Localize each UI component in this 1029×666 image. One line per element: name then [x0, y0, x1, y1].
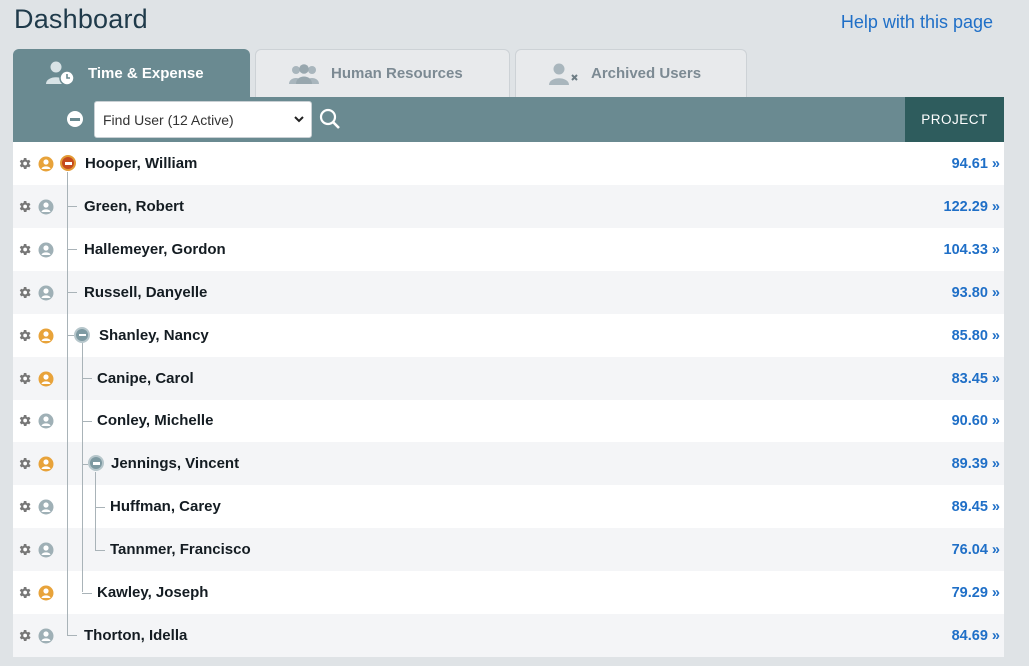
user-name[interactable]: Shanley, Nancy — [99, 327, 209, 344]
project-value-link[interactable]: 89.39 » — [952, 456, 1000, 472]
project-value-link[interactable]: 104.33 » — [944, 242, 1000, 258]
gear-icon[interactable] — [17, 328, 32, 348]
user-name[interactable]: Thorton, Idella — [84, 627, 187, 644]
tree-line — [82, 343, 83, 593]
project-value-link[interactable]: 94.61 » — [952, 156, 1000, 172]
chevron-down-icon — [293, 112, 305, 129]
tree-line — [95, 549, 105, 551]
table-row[interactable]: Kawley, Joseph 79.29 » — [13, 571, 1004, 614]
table-row[interactable]: Green, Robert 122.29 » — [13, 184, 1004, 228]
gear-icon[interactable] — [17, 199, 32, 219]
find-user-select[interactable]: Find User (12 Active) — [94, 101, 312, 138]
project-value-link[interactable]: 90.60 » — [952, 413, 1000, 429]
tab-time-expense[interactable]: Time & Expense — [13, 49, 250, 97]
user-name[interactable]: Green, Robert — [84, 198, 184, 215]
user-name[interactable]: Russell, Danyelle — [84, 284, 207, 301]
tab-label: Time & Expense — [88, 64, 204, 82]
user-name[interactable]: Jennings, Vincent — [111, 455, 239, 472]
manager-user-icon[interactable] — [38, 156, 54, 177]
collapse-all-icon[interactable] — [67, 111, 83, 127]
tree-line — [67, 335, 74, 337]
user-tree-table: Hooper, William 94.61 » Green, Robert 122.2… — [13, 142, 1004, 657]
tab-label: Human Resources — [331, 65, 463, 82]
user-icon[interactable] — [38, 628, 54, 649]
tree-line — [95, 506, 105, 508]
project-value-link[interactable]: 79.29 » — [952, 585, 1000, 601]
gear-icon[interactable] — [17, 156, 32, 176]
user-icon[interactable] — [38, 499, 54, 520]
users-icon — [289, 63, 319, 85]
gear-icon[interactable] — [17, 628, 32, 648]
user-remove-icon — [549, 62, 579, 86]
tab-human-resources[interactable]: Human Resources — [255, 49, 510, 97]
table-row[interactable]: Huffman, Carey 89.45 » — [13, 485, 1004, 528]
gear-icon[interactable] — [17, 499, 32, 519]
user-name[interactable]: Canipe, Carol — [97, 370, 194, 387]
collapse-toggle-icon[interactable] — [74, 326, 90, 343]
project-value-link[interactable]: 76.04 » — [952, 542, 1000, 558]
tree-line — [82, 378, 92, 379]
gear-icon[interactable] — [17, 371, 32, 391]
tree-line — [67, 171, 68, 636]
gear-icon[interactable] — [17, 456, 32, 476]
user-name[interactable]: Kawley, Joseph — [97, 584, 208, 601]
user-name[interactable]: Hallemeyer, Gordon — [84, 241, 226, 258]
tree-line — [67, 249, 77, 251]
tree-line — [82, 592, 92, 594]
table-row[interactable]: Tannmer, Francisco 76.04 » — [13, 528, 1004, 572]
collapse-toggle-icon[interactable] — [60, 155, 76, 171]
tree-line — [67, 206, 77, 208]
gear-icon[interactable] — [17, 285, 32, 305]
tree-line — [82, 463, 88, 465]
manager-user-icon[interactable] — [38, 585, 54, 606]
tree-line — [67, 635, 77, 637]
user-icon[interactable] — [38, 199, 54, 220]
project-value-link[interactable]: 89.45 » — [952, 499, 1000, 515]
tree-line — [95, 471, 96, 550]
help-link[interactable]: Help with this page — [841, 12, 993, 33]
search-icon[interactable] — [319, 108, 341, 135]
manager-user-icon[interactable] — [38, 371, 54, 392]
user-icon[interactable] — [38, 285, 54, 306]
table-row[interactable]: Shanley, Nancy 85.80 » — [13, 314, 1004, 357]
user-clock-icon — [46, 60, 76, 86]
gear-icon[interactable] — [17, 585, 32, 605]
project-value-link[interactable]: 85.80 » — [952, 328, 1000, 344]
user-icon[interactable] — [38, 242, 54, 263]
table-row[interactable]: Canipe, Carol 83.45 » — [13, 356, 1004, 400]
project-value-link[interactable]: 83.45 » — [952, 371, 1000, 387]
tab-archived-users[interactable]: Archived Users — [515, 49, 747, 97]
table-row[interactable]: Hallemeyer, Gordon 104.33 » — [13, 228, 1004, 271]
manager-user-icon[interactable] — [38, 456, 54, 477]
project-value-link[interactable]: 84.69 » — [952, 628, 1000, 644]
project-column-header[interactable]: PROJECT — [905, 97, 1004, 142]
toolbar: Find User (12 Active) PROJECT — [13, 97, 1004, 142]
user-name[interactable]: Conley, Michelle — [97, 412, 213, 429]
table-row[interactable]: Conley, Michelle 90.60 » — [13, 399, 1004, 442]
table-row[interactable]: Jennings, Vincent 89.39 » — [13, 442, 1004, 486]
project-value-link[interactable]: 122.29 » — [944, 199, 1000, 215]
tree-line — [82, 420, 92, 422]
user-name[interactable]: Tannmer, Francisco — [110, 541, 251, 558]
user-icon[interactable] — [38, 542, 54, 563]
user-icon[interactable] — [38, 413, 54, 434]
project-value-link[interactable]: 93.80 » — [952, 285, 1000, 301]
tree-line — [67, 292, 77, 294]
user-name[interactable]: Huffman, Carey — [110, 498, 221, 515]
manager-user-icon[interactable] — [38, 328, 54, 349]
tab-label: Archived Users — [591, 65, 702, 82]
gear-icon[interactable] — [17, 242, 32, 262]
gear-icon[interactable] — [17, 413, 32, 433]
user-name[interactable]: Hooper, William — [85, 155, 197, 172]
find-user-value: Find User (12 Active) — [103, 111, 234, 128]
table-row[interactable]: Hooper, William 94.61 » — [13, 142, 1004, 185]
table-row[interactable]: Russell, Danyelle 93.80 » — [13, 270, 1004, 314]
table-row[interactable]: Thorton, Idella 84.69 » — [13, 613, 1004, 657]
page-title: Dashboard — [14, 4, 148, 34]
gear-icon[interactable] — [17, 542, 32, 562]
collapse-toggle-icon[interactable] — [88, 455, 104, 472]
